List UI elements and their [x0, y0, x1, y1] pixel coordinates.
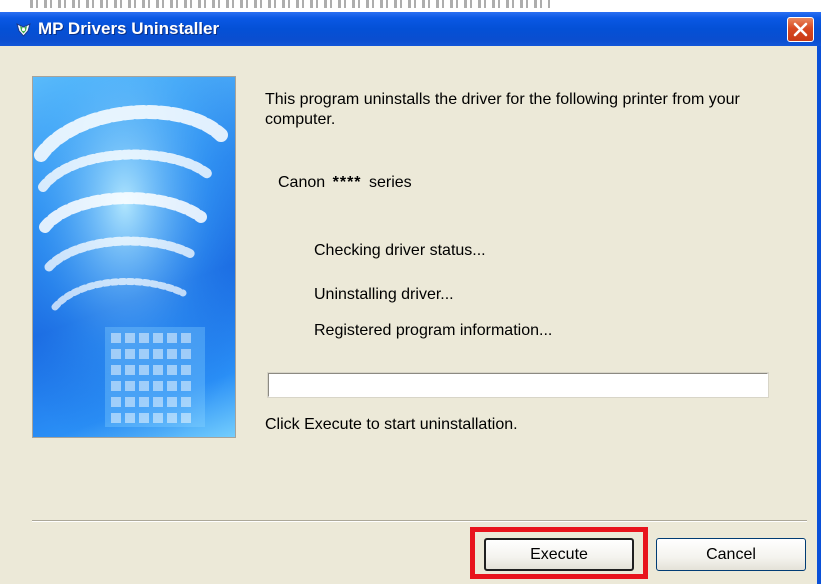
execute-button[interactable]: Execute [484, 538, 634, 571]
button-separator [32, 520, 807, 522]
instruction-text: Click Execute to start uninstallation. [265, 416, 518, 433]
intro-text: This program uninstalls the driver for t… [265, 91, 740, 128]
cancel-button[interactable]: Cancel [656, 538, 806, 571]
uninstall-progress-bar [268, 373, 768, 397]
printer-name: Canon **** series [278, 173, 412, 193]
title-bar[interactable]: MP Drivers Uninstaller [0, 12, 821, 46]
step-uninstalling-driver: Uninstalling driver... [314, 286, 454, 303]
close-button[interactable] [787, 17, 814, 42]
printer-model: **** [332, 174, 362, 191]
uninstaller-dialog: MP Drivers Uninstaller This program unin… [0, 12, 821, 584]
desktop-text-fragment [30, 0, 550, 8]
printer-banner-image [32, 76, 236, 438]
close-icon [793, 22, 808, 37]
window-title: MP Drivers Uninstaller [38, 19, 220, 38]
printer-series-label: series [368, 174, 412, 191]
step-registered-program-info: Registered program information... [314, 322, 553, 339]
printer-brand: Canon [278, 174, 326, 191]
uninstaller-app-icon [15, 21, 32, 38]
step-checking-driver-status: Checking driver status... [314, 242, 486, 259]
